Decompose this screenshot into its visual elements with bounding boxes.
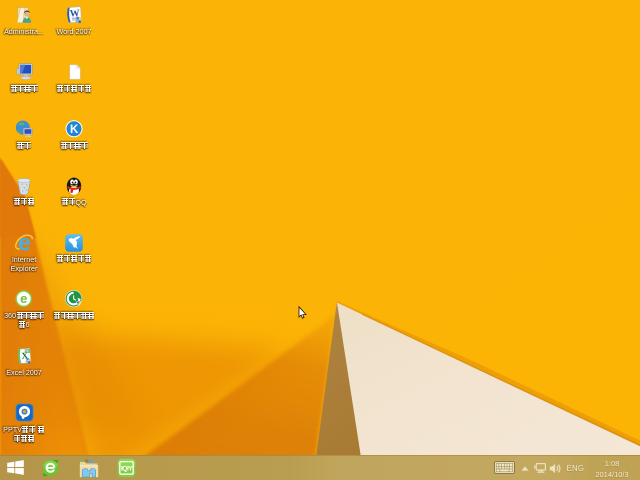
svg-text:IQIY: IQIY [121,465,133,472]
svg-text:e: e [20,291,27,306]
svg-text:K: K [70,124,79,136]
